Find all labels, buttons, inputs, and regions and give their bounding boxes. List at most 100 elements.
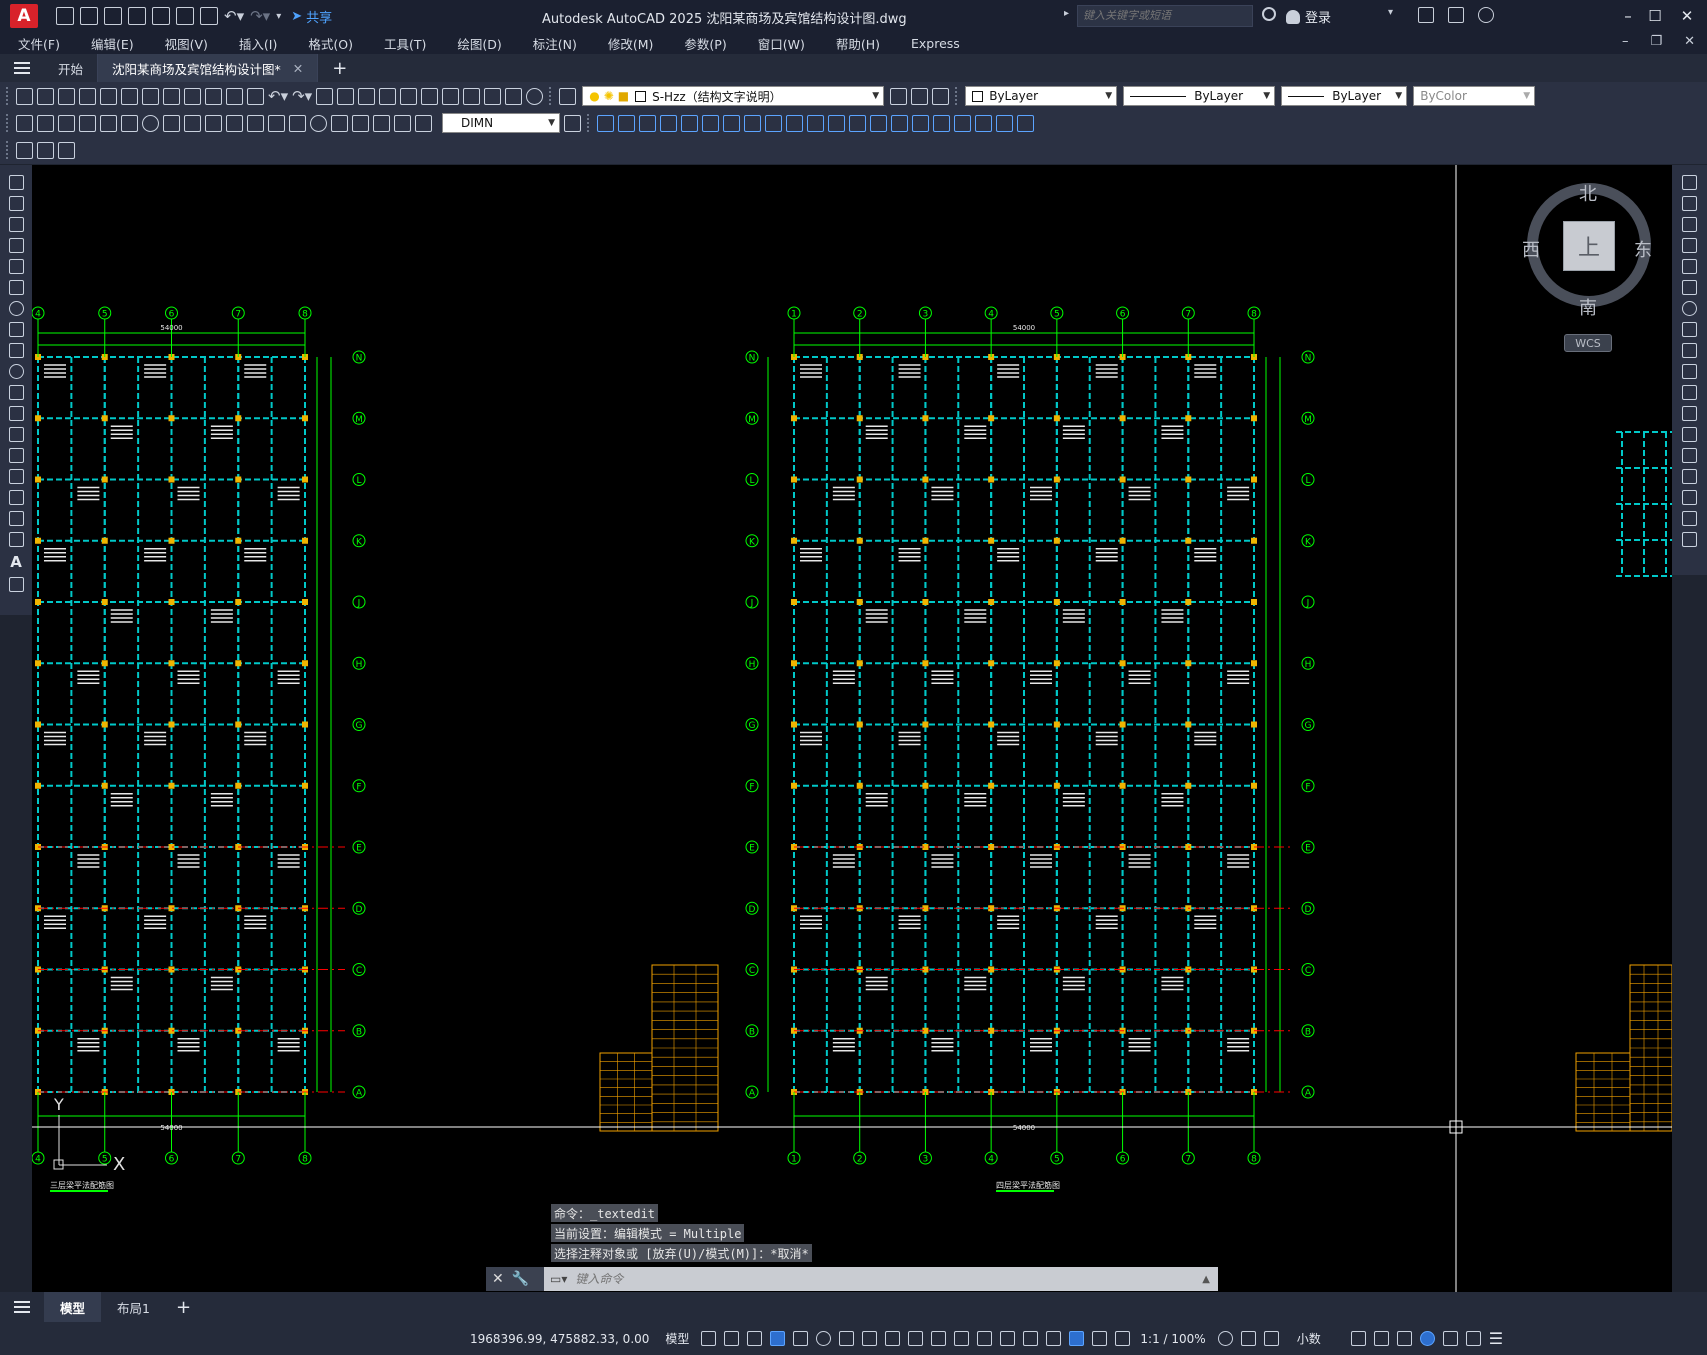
color-combo[interactable]: ByLayer ▼: [965, 86, 1118, 106]
lineweight-icon[interactable]: [908, 1331, 924, 1346]
insert-block-icon[interactable]: [8, 406, 24, 421]
save-as-icon[interactable]: [128, 7, 146, 25]
text-edit-icon[interactable]: [16, 141, 33, 159]
design-center-icon[interactable]: [421, 87, 439, 105]
circle-icon[interactable]: [8, 301, 24, 316]
pyramid-icon[interactable]: [723, 114, 740, 132]
autodesk-account-icon[interactable]: [1448, 7, 1464, 23]
save-icon[interactable]: [104, 7, 122, 25]
linear-dim-icon[interactable]: [16, 114, 33, 132]
dropdown-icon[interactable]: ▾: [1388, 7, 1404, 23]
plot-icon[interactable]: [79, 87, 96, 105]
rectangle-icon[interactable]: [8, 259, 24, 274]
inspection-icon[interactable]: [331, 114, 348, 132]
units-icon[interactable]: [1263, 1331, 1279, 1346]
save-icon[interactable]: [58, 87, 75, 105]
jogged-dim-icon[interactable]: [121, 114, 138, 132]
tab-active-document[interactable]: 沈阳某商场及宾馆结构设计图* ✕: [98, 54, 319, 82]
zoom-window-icon[interactable]: [358, 87, 376, 105]
tab-layout1[interactable]: 布局1: [101, 1292, 166, 1322]
model-space-toggle[interactable]: 模型: [665, 1330, 689, 1347]
tab-close-icon[interactable]: ✕: [293, 61, 303, 76]
blend-curves-icon[interactable]: [1682, 511, 1697, 526]
zoom-realtime-icon[interactable]: [337, 87, 355, 105]
polar-tracking-icon[interactable]: [816, 1331, 832, 1346]
wedge-icon[interactable]: [618, 114, 635, 132]
dynamic-input-icon[interactable]: [770, 1331, 786, 1346]
point-icon[interactable]: [8, 448, 24, 463]
arc-icon[interactable]: [8, 280, 24, 295]
gradient-icon[interactable]: [8, 490, 24, 505]
aligned-dim-icon[interactable]: [37, 114, 54, 132]
coordinate-readout[interactable]: 1968396.99, 475882.33, 0.00: [470, 1332, 649, 1346]
paste-icon[interactable]: [205, 87, 222, 105]
construction-line-icon[interactable]: [8, 196, 24, 211]
layer-combo[interactable]: ● ✺ ■ S-Hzz（结构文字说明） ▼: [582, 86, 885, 106]
baseline-dim-icon[interactable]: [205, 114, 222, 132]
search-expand-icon[interactable]: ▸: [1064, 8, 1069, 19]
preview-icon[interactable]: [100, 87, 117, 105]
menu-express[interactable]: Express: [893, 36, 973, 51]
angular-dim-icon[interactable]: [163, 114, 180, 132]
dim-break-icon[interactable]: [268, 114, 285, 132]
pan-icon[interactable]: [316, 87, 334, 105]
menu-edit[interactable]: 编辑(E): [73, 34, 147, 53]
polygon-icon[interactable]: [8, 238, 24, 253]
intersect-icon[interactable]: [933, 114, 950, 132]
explode-icon[interactable]: [1682, 532, 1697, 547]
box-icon[interactable]: [597, 114, 614, 132]
tolerance-icon[interactable]: [289, 114, 306, 132]
quick-properties-icon[interactable]: [1350, 1331, 1366, 1346]
make-current-icon[interactable]: [890, 87, 908, 105]
grid-icon[interactable]: [701, 1331, 717, 1346]
sheet-set-icon[interactable]: [463, 87, 481, 105]
object-snap-tracking-icon[interactable]: [862, 1331, 878, 1346]
snap-icon[interactable]: [724, 1331, 740, 1346]
dim-update-icon[interactable]: [415, 114, 432, 132]
array-icon[interactable]: [1682, 259, 1697, 274]
dim-space-icon[interactable]: [247, 114, 264, 132]
fillet-icon[interactable]: [1682, 490, 1697, 505]
login-button[interactable]: 登录: [1286, 7, 1331, 26]
wcs-menu[interactable]: WCS: [1564, 334, 1612, 352]
undo-icon[interactable]: ↶▾: [268, 87, 288, 105]
subtract-icon[interactable]: [912, 114, 929, 132]
new-file-icon[interactable]: [56, 7, 74, 25]
menu-view[interactable]: 视图(V): [147, 34, 221, 53]
doc-restore-button[interactable]: ❐: [1650, 34, 1662, 49]
3d-array-icon[interactable]: [1017, 114, 1034, 132]
loft-icon[interactable]: [870, 114, 887, 132]
infer-constraints-icon[interactable]: [747, 1331, 763, 1346]
search-icon[interactable]: [1262, 7, 1276, 21]
cone-icon[interactable]: [639, 114, 656, 132]
maximize-button[interactable]: ☐: [1640, 0, 1670, 32]
revolve-icon[interactable]: [849, 114, 866, 132]
dim-text-edit-icon[interactable]: [394, 114, 411, 132]
diameter-dim-icon[interactable]: [142, 114, 159, 132]
sphere-icon[interactable]: [660, 114, 677, 132]
command-history-toggle-icon[interactable]: ▲: [1202, 1274, 1210, 1285]
viewcube-east[interactable]: 东: [1634, 236, 1652, 262]
jogged-linear-icon[interactable]: [352, 114, 369, 132]
break-at-point-icon[interactable]: [1682, 406, 1697, 421]
menu-parametric[interactable]: 参数(P): [666, 34, 739, 53]
scale-icon[interactable]: [1682, 322, 1697, 337]
join-icon[interactable]: [1682, 448, 1697, 463]
layer-previous-icon[interactable]: [911, 87, 929, 105]
selection-cycling-icon[interactable]: [954, 1331, 970, 1346]
annotation-scale[interactable]: 1:1 / 100%: [1140, 1332, 1205, 1346]
break-icon[interactable]: [1682, 427, 1697, 442]
properties-icon[interactable]: [400, 87, 418, 105]
new-tab-button[interactable]: +: [332, 58, 347, 79]
customization-icon[interactable]: [1465, 1331, 1481, 1346]
radius-dim-icon[interactable]: [100, 114, 117, 132]
arc-length-icon[interactable]: [58, 114, 75, 132]
auto-scale-icon[interactable]: [1092, 1331, 1108, 1346]
plot-icon[interactable]: [200, 7, 218, 25]
file-tabs-menu-icon[interactable]: [0, 62, 44, 74]
toolbar-grip[interactable]: [6, 114, 10, 132]
presspull-icon[interactable]: [807, 114, 824, 132]
3d-move-icon[interactable]: [954, 114, 971, 132]
graphics-performance-icon[interactable]: [1419, 1331, 1435, 1346]
extend-icon[interactable]: [1682, 385, 1697, 400]
